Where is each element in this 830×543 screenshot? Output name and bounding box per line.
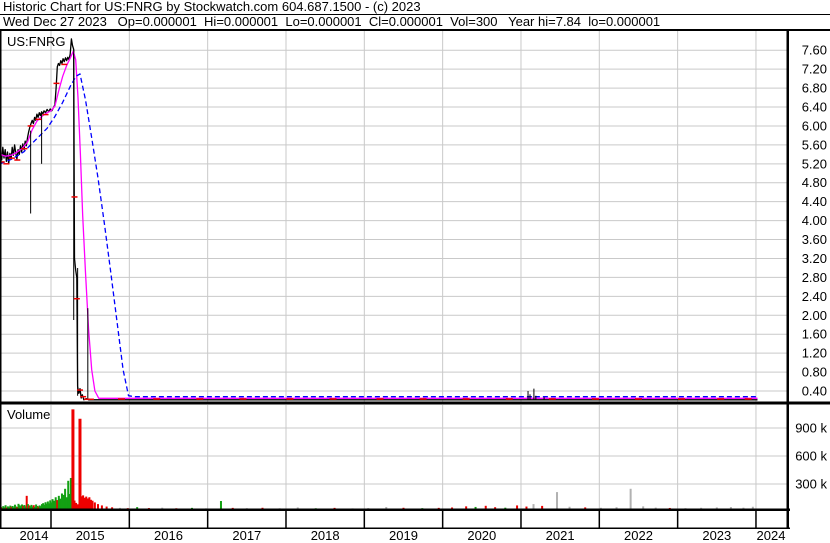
price-tick-label: 6.40 bbox=[802, 100, 827, 115]
axis-labels: 7.60 7.20 6.80 6.40 6.00 5.60 5.20 4.80 4.40 4.00… bbox=[20, 43, 828, 543]
price-tick-label: 5.20 bbox=[802, 156, 827, 171]
year-label: 2019 bbox=[389, 528, 418, 543]
year-tick-divider bbox=[755, 511, 757, 528]
year-label: 2018 bbox=[311, 528, 340, 543]
year-tick-divider bbox=[363, 511, 366, 528]
price-tick-label: 7.60 bbox=[802, 43, 827, 58]
volume-bottom-border bbox=[0, 508, 790, 511]
volume-tick-label: 600 k bbox=[795, 449, 827, 464]
year-tick-divider bbox=[285, 511, 287, 528]
year-tick-divider bbox=[520, 511, 522, 528]
price-series bbox=[0, 38, 758, 401]
year-tick-divider bbox=[598, 511, 601, 528]
volume-bar bbox=[532, 504, 535, 509]
year-label: 2016 bbox=[154, 528, 183, 543]
year-label: 2022 bbox=[624, 528, 653, 543]
left-border bbox=[0, 29, 2, 529]
price-tick-label: 4.00 bbox=[802, 213, 827, 228]
volume-bar bbox=[516, 505, 519, 509]
year-tick-divider bbox=[441, 511, 444, 528]
price-tick-label: 6.80 bbox=[802, 81, 827, 96]
volume-tick-label: 300 k bbox=[795, 477, 827, 492]
volume-bar bbox=[76, 504, 79, 509]
year-label: 2024 bbox=[757, 528, 786, 543]
price-tick-label: 2.80 bbox=[802, 270, 827, 285]
volume-bar bbox=[78, 418, 82, 509]
price-tick-label: 0.80 bbox=[802, 365, 827, 380]
year-tick-divider bbox=[676, 511, 679, 528]
price-tick-label: 2.00 bbox=[802, 308, 827, 323]
year-tick-divider bbox=[128, 511, 131, 528]
year-label: 2020 bbox=[467, 528, 496, 543]
price-tick-label: 3.20 bbox=[802, 251, 827, 266]
volume-bar bbox=[91, 500, 94, 509]
close-price-line bbox=[0, 38, 758, 401]
price-tick-label: 4.40 bbox=[802, 194, 827, 209]
volume-bar bbox=[100, 505, 103, 509]
volume-bars bbox=[0, 409, 754, 509]
chart-canvas: 7.60 7.20 6.80 6.40 6.00 5.60 5.20 4.80 4.40 4.00… bbox=[0, 29, 830, 543]
year-label: 2021 bbox=[546, 528, 575, 543]
symbol-label: US:FNRG bbox=[7, 34, 66, 49]
price-tick-label: 2.40 bbox=[802, 289, 827, 304]
price-tick-label: 4.80 bbox=[802, 175, 827, 190]
year-label: 2017 bbox=[232, 528, 261, 543]
volume-bar bbox=[71, 409, 75, 509]
price-tick-label: 5.60 bbox=[802, 137, 827, 152]
year-label: 2023 bbox=[702, 528, 731, 543]
plot-top-border bbox=[0, 29, 830, 31]
moving-average-long-line bbox=[0, 73, 758, 398]
volume-tick-label: 900 k bbox=[795, 421, 827, 436]
volume-bar bbox=[556, 492, 559, 509]
volume-bar bbox=[96, 504, 99, 509]
year-tick-divider bbox=[206, 511, 209, 528]
panel-separator bbox=[0, 401, 830, 405]
year-label: 2014 bbox=[20, 528, 49, 543]
year-tick-divider bbox=[50, 511, 52, 528]
right-border bbox=[786, 29, 789, 529]
grid-lines bbox=[1, 31, 787, 509]
price-tick-label: 1.60 bbox=[802, 327, 827, 342]
price-tick-label: 1.20 bbox=[802, 346, 827, 361]
moving-average-short-line bbox=[0, 50, 758, 399]
price-tick-label: 6.00 bbox=[802, 118, 827, 133]
volume-bar bbox=[93, 502, 96, 509]
frame-borders bbox=[0, 29, 830, 529]
year-label: 2015 bbox=[76, 528, 105, 543]
price-tick-label: 0.40 bbox=[802, 384, 827, 399]
volume-panel-label: Volume bbox=[7, 407, 51, 422]
price-tick-label: 3.60 bbox=[802, 232, 827, 247]
volume-bar bbox=[219, 501, 222, 509]
price-tick-label: 7.20 bbox=[802, 62, 827, 77]
volume-bar bbox=[629, 488, 632, 509]
stockwatch-historic-chart: Historic Chart for US:FNRG by Stockwatch… bbox=[0, 0, 830, 543]
